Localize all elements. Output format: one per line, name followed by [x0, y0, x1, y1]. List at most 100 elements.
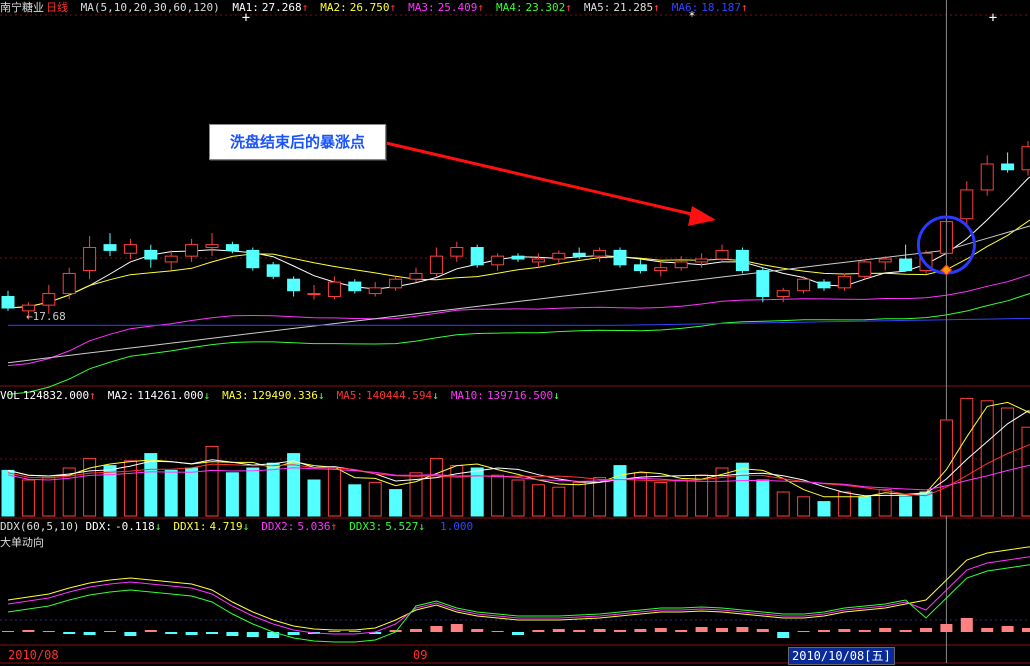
candle [715, 249, 729, 260]
candle [491, 255, 505, 266]
ma-arrow: ↑ [740, 1, 748, 14]
vol-value: 129490.336 [251, 389, 318, 402]
stock-chart[interactable]: + * + [0, 0, 1030, 666]
ddx-label: DDX3: [349, 520, 383, 533]
volume-header: VOL 124832.000↑ MA2: 114261.000↓ MA3: 129490.… [0, 389, 572, 403]
ddx-bar [471, 629, 484, 632]
vol-value: 124832.000 [22, 389, 90, 402]
vol-item-2: MA3: 129490.336↓ [222, 389, 330, 402]
ddx-arrow: ↓ [154, 520, 162, 533]
ddx-bar [287, 632, 300, 635]
ma-item-4: MA5: 21.285↑ [584, 1, 666, 14]
ddx-item-1: DDX1: 4.719↓ [173, 520, 255, 533]
volume-bar [960, 397, 974, 517]
candle [123, 244, 137, 254]
ddx-label: DDX1: [173, 520, 207, 533]
volume-bar [633, 472, 647, 517]
vol-label: MA3: [222, 389, 249, 402]
candle [42, 293, 56, 306]
ddx-bar [63, 632, 76, 634]
volume-bar [123, 460, 137, 517]
ddx-value: -0.118 [114, 520, 155, 533]
ddx-bar [450, 624, 463, 632]
candle [327, 281, 341, 297]
ddx-bar [246, 632, 259, 637]
vol-value: 140444.594 [365, 389, 433, 402]
ddx-bar [512, 632, 524, 635]
ddx-bar [104, 631, 116, 632]
ddx-item-0: DDX: -0.118↓ [85, 520, 167, 533]
vol-arrow: ↓ [317, 389, 325, 402]
ddx-bar [777, 632, 790, 638]
vol-arrow: ↑ [89, 389, 96, 402]
ddx-bar [736, 627, 749, 632]
ma-arrow: ↑ [653, 1, 660, 14]
main-header: 南宁糖业 日线 MA(5,10,20,30,60,120) MA1: 27.268↑… [0, 1, 766, 15]
ddx-header: DDX(60,5,10) DDX: -0.118↓ DDX1: 4.719↓ DDX2: 5… [0, 520, 491, 534]
candle [164, 255, 178, 263]
volume-bar [429, 457, 443, 517]
ma-value: 23.302 [525, 1, 566, 14]
ddx-bar [940, 624, 953, 632]
volume-bar [389, 489, 403, 517]
vol-label: MA5: [336, 389, 363, 402]
ddx-bar [83, 632, 96, 635]
ma-item-2: MA3: 25.409↑ [408, 1, 490, 14]
candle [980, 163, 994, 191]
vol-item-1: MA2: 114261.000↓ [108, 389, 216, 402]
axis-start-date: 2010/08 [8, 648, 59, 662]
ddx-bar [22, 630, 35, 632]
volume-bar [837, 491, 851, 517]
low-price-label: ←17.68 [26, 310, 66, 323]
ma-arrow: ↑ [565, 1, 572, 14]
ddx-arrow: ↓ [242, 520, 250, 533]
ddx-item-2: DDX2: 5.036↑ [261, 520, 343, 533]
ddx-bar [614, 630, 626, 632]
candle [103, 244, 117, 251]
volume-bar [817, 501, 831, 517]
ma5-line [7, 176, 1030, 309]
volume-bar [144, 453, 158, 517]
ma60-line [7, 225, 1030, 364]
ma-value: 21.285 [613, 1, 654, 14]
candle [674, 261, 688, 269]
volume-bar [348, 484, 362, 517]
vol-value: 114261.000 [137, 389, 204, 402]
vol-item-4: MA10: 139716.500↓ [451, 389, 566, 402]
volume-bar [205, 445, 219, 517]
candle [144, 249, 158, 260]
ma-value: 25.409 [437, 1, 478, 14]
ddx-value: 4.719 [209, 520, 243, 533]
ddx-bar [124, 632, 137, 636]
ddx-bar [165, 632, 178, 634]
ddx-bar [430, 626, 443, 632]
candle [837, 275, 851, 289]
vol-item-3: MA5: 140444.594↓ [336, 389, 444, 402]
ddx-bar [2, 631, 14, 632]
candle [633, 264, 647, 272]
candle [756, 270, 770, 297]
ddx-bar [348, 631, 361, 632]
candle [776, 290, 790, 297]
ddx-bar [899, 630, 912, 632]
candle [899, 258, 913, 272]
candle [878, 258, 892, 263]
volume-bar [327, 467, 341, 517]
ddx-item-4: 1.000 [437, 520, 479, 533]
annotation-arrow [385, 141, 701, 218]
vol-arrow: ↓ [553, 389, 560, 402]
callout-box: 洗盘结束后的暴涨点 [209, 124, 386, 160]
volume-bar [613, 465, 627, 517]
volume-bar [797, 496, 811, 517]
volume-bar [225, 472, 239, 517]
ddx-bar [185, 632, 198, 635]
volume-bar [552, 486, 566, 517]
star-marker: + [989, 10, 997, 26]
volume-bar [491, 474, 505, 517]
vol-label: MA10: [450, 389, 484, 402]
ddx-bar [960, 618, 973, 632]
candle [511, 255, 525, 260]
ma-label: MA2: [320, 1, 347, 14]
ma-value: 26.750 [349, 1, 390, 14]
ma10-line [7, 219, 1030, 309]
